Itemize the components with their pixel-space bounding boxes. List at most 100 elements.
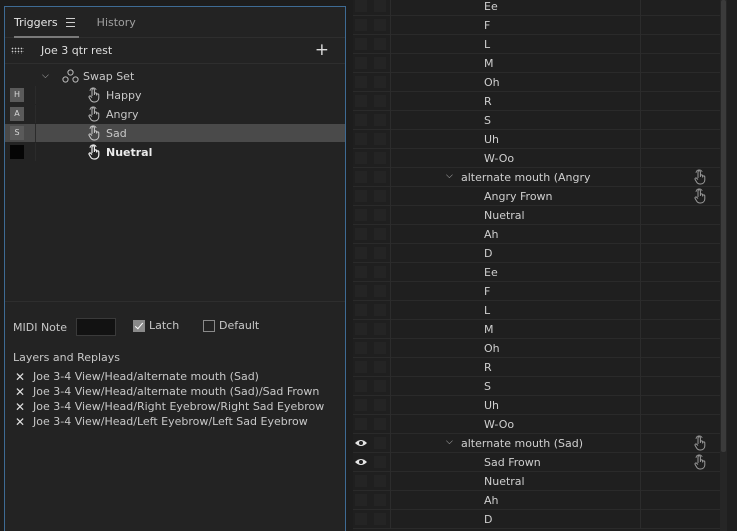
trigger-key[interactable]: A	[10, 107, 24, 121]
lock-toggle[interactable]	[374, 513, 386, 525]
layer-row[interactable]: R	[353, 92, 721, 111]
visibility-toggle[interactable]	[355, 38, 367, 50]
layer-row[interactable]: Uh	[353, 130, 721, 149]
scrollbar-thumb[interactable]	[721, 0, 726, 452]
visibility-toggle[interactable]	[355, 19, 367, 31]
lock-toggle[interactable]	[374, 57, 386, 69]
lock-toggle[interactable]	[374, 228, 386, 240]
eye-icon[interactable]	[354, 438, 368, 448]
lock-toggle[interactable]	[374, 171, 386, 183]
chevron-down-icon[interactable]: ⌵	[446, 171, 453, 181]
tab-triggers[interactable]: Triggers	[14, 16, 79, 38]
visibility-toggle[interactable]	[355, 114, 367, 126]
default-checkbox[interactable]: Default	[203, 319, 259, 332]
layer-row[interactable]: D	[353, 244, 721, 263]
visibility-toggle[interactable]	[355, 228, 367, 240]
layer-row[interactable]: Ah	[353, 225, 721, 244]
layer-row[interactable]: M	[353, 320, 721, 339]
lock-toggle[interactable]	[374, 133, 386, 145]
lock-toggle[interactable]	[374, 95, 386, 107]
layer-row[interactable]: W-Oo	[353, 415, 721, 434]
layer-row[interactable]: Ah	[353, 491, 721, 510]
visibility-toggle[interactable]	[355, 0, 367, 12]
lock-toggle[interactable]	[374, 152, 386, 164]
lock-toggle[interactable]	[374, 323, 386, 335]
layer-row[interactable]: L	[353, 301, 721, 320]
layer-row[interactable]: Nuetral	[353, 472, 721, 491]
close-icon[interactable]: ✕	[15, 370, 33, 384]
chevron-down-icon[interactable]: ⌵	[42, 71, 49, 81]
lock-toggle[interactable]	[374, 38, 386, 50]
eye-icon[interactable]	[354, 457, 368, 467]
layer-row[interactable]: W-Oo	[353, 149, 721, 168]
visibility-toggle[interactable]	[355, 266, 367, 278]
visibility-toggle[interactable]	[355, 304, 367, 316]
layer-row[interactable]: S	[353, 111, 721, 130]
visibility-toggle[interactable]	[355, 95, 367, 107]
visibility-toggle[interactable]	[355, 494, 367, 506]
visibility-toggle[interactable]	[355, 57, 367, 69]
midi-note-field[interactable]	[76, 318, 116, 336]
layer-row[interactable]: R	[353, 358, 721, 377]
visibility-toggle[interactable]	[355, 361, 367, 373]
lock-toggle[interactable]	[374, 266, 386, 278]
layer-row[interactable]: M	[353, 54, 721, 73]
layer-row[interactable]: Ee	[353, 0, 721, 16]
close-icon[interactable]: ✕	[15, 415, 33, 429]
visibility-toggle[interactable]	[355, 399, 367, 411]
lock-toggle[interactable]	[374, 437, 386, 449]
lock-toggle[interactable]	[374, 76, 386, 88]
visibility-toggle[interactable]	[355, 152, 367, 164]
lock-toggle[interactable]	[374, 190, 386, 202]
visibility-toggle[interactable]	[355, 342, 367, 354]
lock-toggle[interactable]	[374, 304, 386, 316]
lock-toggle[interactable]	[374, 247, 386, 259]
trigger-row-angry[interactable]: A Angry	[5, 105, 345, 123]
visibility-toggle[interactable]	[355, 285, 367, 297]
chevron-down-icon[interactable]: ⌵	[446, 437, 453, 447]
visibility-toggle[interactable]	[355, 323, 367, 335]
close-icon[interactable]: ✕	[15, 385, 33, 399]
trigger-key[interactable]: H	[10, 88, 24, 102]
lock-toggle[interactable]	[374, 399, 386, 411]
tab-history[interactable]: History	[97, 16, 136, 29]
lock-toggle[interactable]	[374, 361, 386, 373]
close-icon[interactable]: ✕	[15, 400, 33, 414]
latch-check-icon[interactable]	[133, 319, 145, 332]
visibility-toggle[interactable]	[355, 190, 367, 202]
visibility-toggle[interactable]	[355, 513, 367, 525]
layer-row[interactable]: L	[353, 35, 721, 54]
layer-row[interactable]: Nuetral	[353, 206, 721, 225]
swap-set-row[interactable]: ⌵ Swap Set	[5, 67, 345, 85]
visibility-toggle[interactable]	[355, 133, 367, 145]
lock-toggle[interactable]	[374, 418, 386, 430]
layer-row[interactable]: Oh	[353, 73, 721, 92]
layer-row[interactable]: Oh	[353, 339, 721, 358]
lock-toggle[interactable]	[374, 285, 386, 297]
lock-toggle[interactable]	[374, 380, 386, 392]
latch-checkbox[interactable]: Latch	[133, 319, 179, 332]
layer-row[interactable]: F	[353, 282, 721, 301]
layer-row[interactable]: Ee	[353, 263, 721, 282]
trigger-row-nuetral[interactable]: Nuetral	[5, 143, 345, 161]
layer-row[interactable]: Sad Frown	[353, 453, 721, 472]
layer-row[interactable]: D	[353, 510, 721, 529]
trigger-key[interactable]	[10, 145, 24, 159]
lock-toggle[interactable]	[374, 114, 386, 126]
lock-toggle[interactable]	[374, 19, 386, 31]
visibility-toggle[interactable]	[355, 475, 367, 487]
lock-toggle[interactable]	[374, 456, 386, 468]
lock-toggle[interactable]	[374, 342, 386, 354]
visibility-toggle[interactable]	[355, 247, 367, 259]
lock-toggle[interactable]	[374, 209, 386, 221]
lock-toggle[interactable]	[374, 475, 386, 487]
lock-toggle[interactable]	[374, 0, 386, 12]
layer-row[interactable]: S	[353, 377, 721, 396]
default-check-icon[interactable]	[203, 319, 215, 332]
layer-row[interactable]: F	[353, 16, 721, 35]
hamburger-menu-icon[interactable]	[65, 17, 75, 27]
layer-group-row[interactable]: ⌵ alternate mouth (Sad)	[353, 434, 721, 453]
layer-row[interactable]: Angry Frown	[353, 187, 721, 206]
lock-toggle[interactable]	[374, 494, 386, 506]
visibility-toggle[interactable]	[355, 76, 367, 88]
